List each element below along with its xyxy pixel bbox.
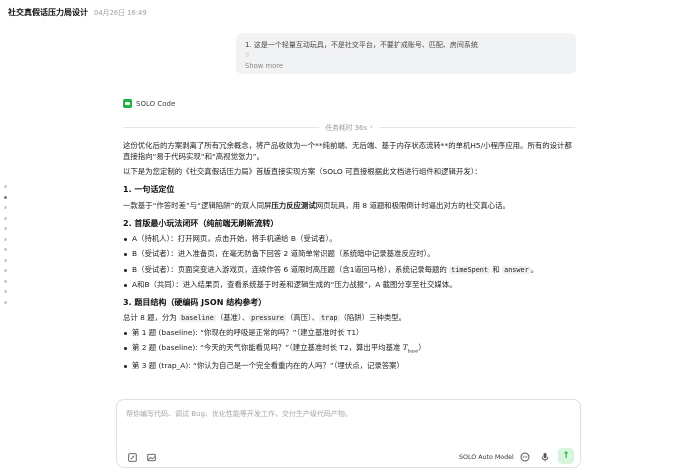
positioning-paragraph: 一款基于“作答时差”与“逻辑陷阱”的双人同屏压力反应测试网页玩具，用 8 道题和… bbox=[123, 200, 510, 210]
bold-highlight: 压力反应测试 bbox=[271, 200, 316, 210]
conversation-timestamp: 04月26日 16:49 bbox=[94, 9, 147, 17]
section-heading-gameplay: 2. 首版最小玩法闭环（纯前端无刷新流转） bbox=[123, 218, 279, 228]
composer-toolbar: SOLO Auto Model ↑ bbox=[116, 441, 581, 468]
task-elapsed-divider: 任务耗时 36s › bbox=[123, 122, 576, 132]
scroll-nav-dot[interactable] bbox=[4, 258, 7, 262]
model-selector[interactable]: SOLO Auto Model bbox=[459, 454, 514, 461]
scroll-navigator[interactable] bbox=[4, 185, 10, 311]
inline-code: pressure bbox=[249, 314, 286, 323]
assistant-response: 这份优化后的方案剥离了所有冗余概念，将产品收敛为一个**纯前端、无后端、基于内存… bbox=[123, 141, 578, 376]
edit-icon[interactable] bbox=[128, 453, 137, 462]
list-item: 第 3 题 (trap_A): “你认为自己是一个完全看重内在的人吗？”（埋伏点… bbox=[123, 361, 578, 372]
chat-composer[interactable]: 帮你编写代码、调试 Bug、优化性能等开发工作，交付生产级代码产物。 bbox=[116, 399, 581, 441]
agent-header: SOLO Code bbox=[123, 99, 175, 108]
scroll-nav-dot[interactable] bbox=[4, 185, 7, 188]
list-item: B（受试者）：页面突变进入游戏页，连续作答 6 道限时高压题（含1道回马枪），系… bbox=[123, 265, 578, 276]
header: 社交真假话压力局设计 04月26日 16:49 bbox=[0, 0, 690, 24]
scroll-nav-dot[interactable] bbox=[4, 290, 7, 293]
image-icon[interactable] bbox=[147, 453, 156, 462]
send-button[interactable]: ↑ bbox=[558, 448, 574, 464]
inline-code: answer bbox=[502, 265, 531, 274]
composer-placeholder: 帮你编写代码、调试 Bug、优化性能等开发工作，交付生产级代码产物。 bbox=[126, 410, 352, 418]
inline-code: timeSpent bbox=[449, 265, 490, 274]
math-symbol: Tbase bbox=[402, 343, 419, 355]
scroll-nav-dot-active[interactable] bbox=[4, 195, 7, 199]
response-intro: 这份优化后的方案剥离了所有冗余概念，将产品收敛为一个**纯前端、无后端、基于内存… bbox=[123, 141, 572, 161]
list-item: 第 1 题 (baseline): “你现在的呼吸是正常的吗？”（建立基准时长 … bbox=[123, 328, 578, 339]
gameplay-list: A（持机人）：打开网页，点击开始，将手机递给 B（受试者）。 B（受试者）：进入… bbox=[123, 234, 578, 291]
scroll-nav-dot[interactable] bbox=[4, 300, 7, 304]
divider-line bbox=[123, 126, 320, 128]
section-heading-positioning: 1. 一句话定位 bbox=[123, 185, 175, 195]
solo-code-logo-icon bbox=[123, 99, 132, 108]
user-message-faded-text: 2. … bbox=[245, 52, 261, 57]
task-elapsed-label: 任务耗时 36s bbox=[325, 124, 367, 132]
user-message-text: 1. 这是一个轻量互动玩具，不是社交平台，不要扩成账号、匹配、房间系统 bbox=[245, 41, 478, 49]
response-intro-2: 以下是为您定制的《社交真假话压力局》首版直接实现方案（SOLO 可直接根据此文档… bbox=[123, 167, 482, 177]
scroll-nav-dot[interactable] bbox=[4, 279, 7, 283]
questions-intro: 总计 8 题，分为 baseline （基准）、 pressure （高压）、 trap… bbox=[123, 313, 407, 323]
scroll-nav-dot[interactable] bbox=[4, 237, 7, 241]
scroll-nav-dot[interactable] bbox=[4, 216, 7, 220]
task-elapsed-toggle[interactable]: 任务耗时 36s › bbox=[319, 122, 378, 132]
chat-settings-icon[interactable] bbox=[520, 452, 530, 462]
scroll-nav-dot[interactable] bbox=[4, 269, 7, 272]
user-message-bubble: 1. 这是一个轻量互动玩具，不是社交平台，不要扩成账号、匹配、房间系统 2. …… bbox=[236, 33, 576, 74]
list-item: 第 2 题 (baseline): “今天的天气你能看见吗？”（建立基准时长 T… bbox=[123, 343, 578, 356]
section-heading-questions: 3. 题目结构（硬编码 JSON 结构参考） bbox=[123, 297, 267, 307]
list-item: A（持机人）：打开网页，点击开始，将手机递给 B（受试者）。 bbox=[123, 234, 578, 245]
scroll-nav-dot[interactable] bbox=[4, 206, 7, 209]
list-item: A和B（共同）：进入结果页，查看系统基于时差和逻辑生成的“压力战报”，A 截图分… bbox=[123, 280, 578, 291]
inline-code: baseline bbox=[179, 314, 216, 323]
scroll-nav-dot[interactable] bbox=[4, 248, 7, 251]
list-item: B（受试者）：进入准备页，在毫无防备下回答 2 道简单常识题（系统暗中记录基准反… bbox=[123, 249, 578, 260]
chevron-right-icon: › bbox=[369, 123, 373, 131]
questions-list: 第 1 题 (baseline): “你现在的呼吸是正常的吗？”（建立基准时长 … bbox=[123, 328, 578, 371]
inline-code: trap bbox=[319, 314, 340, 323]
show-more-link[interactable]: Show more bbox=[245, 62, 283, 70]
divider-line bbox=[378, 126, 576, 128]
microphone-icon[interactable] bbox=[540, 452, 550, 462]
conversation-title: 社交真假话压力局设计 bbox=[8, 7, 88, 17]
agent-name: SOLO Code bbox=[136, 99, 176, 108]
scroll-nav-dot[interactable] bbox=[4, 227, 7, 230]
